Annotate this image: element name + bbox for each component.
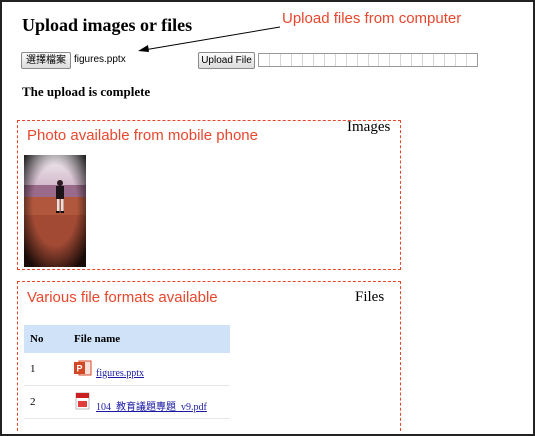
upload-progress-bar	[258, 53, 478, 67]
row-number: 1	[24, 353, 68, 386]
table-row: 2 104_教育議題專題_v9.pdf	[24, 385, 230, 419]
upload-status-text: The upload is complete	[22, 84, 151, 99]
upload-file-button[interactable]: Upload File	[198, 52, 255, 69]
column-header-file-name: File name	[68, 325, 230, 353]
uploaded-photo-thumbnail[interactable]	[24, 155, 86, 267]
file-name: figures.pptx	[96, 367, 145, 379]
choose-file-button[interactable]: 選擇檔案	[21, 52, 71, 69]
table-row: 1 P figures.pptx	[24, 353, 230, 386]
column-header-no: No	[24, 325, 68, 353]
images-section: Photo available from mobile phone Images	[17, 119, 401, 270]
file-link-pptx[interactable]: P figures.pptx	[74, 360, 144, 379]
svg-text:P: P	[76, 363, 82, 373]
file-link-pdf[interactable]: 104_教育議題專題_v9.pdf	[74, 392, 207, 413]
files-table: No File name 1 P figures.pptx 2 104_教育議題…	[24, 325, 230, 419]
annotation-files-note: Various file formats available	[27, 289, 218, 306]
powerpoint-icon: P	[74, 360, 92, 379]
file-name: 104_教育議題專題_v9.pdf	[96, 401, 207, 413]
pdf-icon	[74, 392, 92, 413]
annotation-arrow	[138, 26, 281, 52]
files-table-header: No File name	[24, 325, 230, 353]
row-number: 2	[24, 385, 68, 419]
files-section-label: Files	[355, 289, 385, 305]
annotation-images-note: Photo available from mobile phone	[27, 127, 258, 144]
files-section: Various file formats available Files No …	[17, 281, 401, 431]
images-section-label: Images	[347, 119, 391, 135]
chosen-file-name: figures.pptx	[74, 54, 126, 65]
